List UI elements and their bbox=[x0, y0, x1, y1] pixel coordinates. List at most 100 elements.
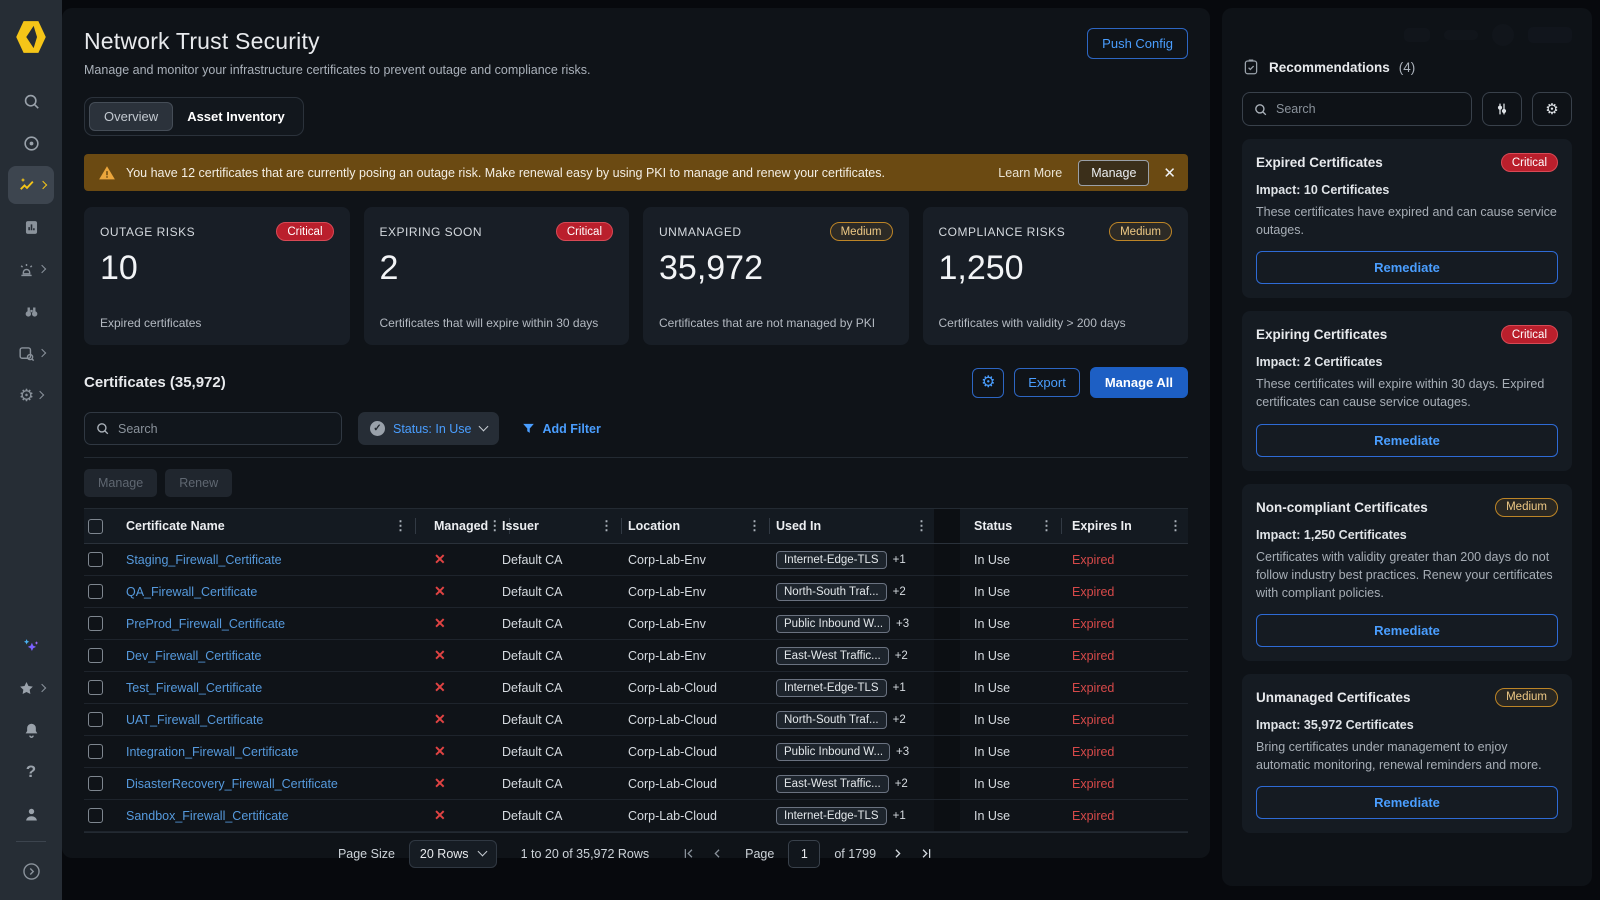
certificate-name-link[interactable]: DisasterRecovery_Firewall_Certificate bbox=[126, 777, 338, 791]
column-menu-icon[interactable]: ⋮ bbox=[488, 518, 501, 534]
remediate-button[interactable]: Remediate bbox=[1256, 786, 1558, 819]
recommendations-search-input[interactable] bbox=[1276, 102, 1461, 116]
used-in-more[interactable]: +2 bbox=[895, 650, 908, 662]
column-menu-icon[interactable]: ⋮ bbox=[1040, 518, 1053, 534]
certificate-name-link[interactable]: PreProd_Firewall_Certificate bbox=[126, 617, 285, 631]
sidebar-item-copilot[interactable] bbox=[8, 627, 54, 665]
learn-more-link[interactable]: Learn More bbox=[998, 166, 1062, 180]
row-checkbox[interactable] bbox=[88, 648, 103, 663]
used-in-more[interactable]: +3 bbox=[896, 618, 909, 630]
used-in-more[interactable]: +1 bbox=[893, 682, 906, 694]
location-cell: Corp-Lab-Cloud bbox=[628, 800, 776, 831]
used-in-chip[interactable]: East-West Traffic... bbox=[776, 775, 889, 793]
table-search[interactable] bbox=[84, 412, 342, 445]
sidebar-item-settings[interactable]: ⚙ bbox=[8, 376, 54, 414]
row-checkbox[interactable] bbox=[88, 616, 103, 631]
table-search-input[interactable] bbox=[118, 422, 331, 436]
expires-cell: Expired bbox=[1072, 553, 1114, 567]
remediate-button[interactable]: Remediate bbox=[1256, 614, 1558, 647]
certificate-name-link[interactable]: UAT_Firewall_Certificate bbox=[126, 713, 263, 727]
used-in-chip[interactable]: Internet-Edge-TLS bbox=[776, 807, 887, 825]
certificate-name-link[interactable]: Dev_Firewall_Certificate bbox=[126, 649, 261, 663]
row-checkbox[interactable] bbox=[88, 680, 103, 695]
expires-cell: Expired bbox=[1072, 681, 1114, 695]
bulk-actions: Manage Renew bbox=[84, 458, 1188, 509]
issuer-cell: Default CA bbox=[502, 800, 628, 831]
sidebar-item-alerts[interactable] bbox=[8, 250, 54, 288]
used-in-chip[interactable]: North-South Traf... bbox=[776, 711, 887, 729]
row-checkbox[interactable] bbox=[88, 712, 103, 727]
table-settings-button[interactable]: ⚙ bbox=[972, 368, 1004, 398]
push-config-button[interactable]: Push Config bbox=[1087, 28, 1188, 59]
used-in-more[interactable]: +1 bbox=[893, 810, 906, 822]
manage-button[interactable]: Manage bbox=[84, 469, 157, 497]
add-filter-button[interactable]: Add Filter bbox=[521, 421, 601, 436]
page-input[interactable] bbox=[788, 840, 820, 868]
prev-page-button[interactable] bbox=[710, 846, 725, 861]
table-row: Integration_Firewall_Certificate ✕ Defau… bbox=[84, 736, 1188, 768]
certificate-name-link[interactable]: Sandbox_Firewall_Certificate bbox=[126, 809, 289, 823]
status-filter-chip[interactable]: ✓ Status: In Use bbox=[358, 412, 499, 445]
severity-badge: Critical bbox=[556, 222, 613, 241]
row-checkbox[interactable] bbox=[88, 552, 103, 567]
column-menu-icon[interactable]: ⋮ bbox=[748, 518, 761, 534]
certificate-name-link[interactable]: Staging_Firewall_Certificate bbox=[126, 553, 282, 567]
sidebar-item-discovery[interactable] bbox=[8, 292, 54, 330]
banner-close-icon[interactable]: ✕ bbox=[1163, 164, 1176, 182]
sidebar-item-favorites[interactable] bbox=[8, 669, 54, 707]
used-in-chip[interactable]: North-South Traf... bbox=[776, 583, 887, 601]
sidebar-collapse-button[interactable] bbox=[8, 852, 54, 890]
star-icon bbox=[17, 679, 36, 698]
filter-sliders-button[interactable] bbox=[1482, 92, 1522, 126]
row-checkbox[interactable] bbox=[88, 776, 103, 791]
certificate-name-link[interactable]: Integration_Firewall_Certificate bbox=[126, 745, 298, 759]
column-menu-icon[interactable]: ⋮ bbox=[1169, 518, 1182, 534]
column-menu-icon[interactable]: ⋮ bbox=[600, 518, 613, 534]
sidebar-item-search[interactable] bbox=[8, 82, 54, 120]
used-in-more[interactable]: +3 bbox=[896, 746, 909, 758]
sidebar-item-certificates[interactable] bbox=[8, 166, 54, 204]
tab-asset-inventory[interactable]: Asset Inventory bbox=[173, 103, 299, 130]
issuer-cell: Default CA bbox=[502, 768, 628, 799]
used-in-chip[interactable]: Public Inbound W... bbox=[776, 743, 890, 761]
remediate-button[interactable]: Remediate bbox=[1256, 424, 1558, 457]
used-in-chip[interactable]: Internet-Edge-TLS bbox=[776, 679, 887, 697]
tab-overview[interactable]: Overview bbox=[89, 102, 173, 131]
used-in-more[interactable]: +2 bbox=[893, 714, 906, 726]
select-all-checkbox[interactable] bbox=[88, 519, 103, 534]
used-in-chip[interactable]: East-West Traffic... bbox=[776, 647, 889, 665]
column-menu-icon[interactable]: ⋮ bbox=[394, 518, 407, 534]
row-checkbox[interactable] bbox=[88, 808, 103, 823]
export-button[interactable]: Export bbox=[1014, 368, 1080, 397]
last-page-button[interactable] bbox=[919, 846, 934, 861]
used-in-more[interactable]: +2 bbox=[895, 778, 908, 790]
remediate-button[interactable]: Remediate bbox=[1256, 251, 1558, 284]
certificate-name-link[interactable]: Test_Firewall_Certificate bbox=[126, 681, 262, 695]
unmanaged-x-icon: ✕ bbox=[434, 551, 446, 568]
sidebar-item-profile[interactable] bbox=[8, 795, 54, 833]
used-in-more[interactable]: +2 bbox=[893, 586, 906, 598]
sidebar-item-target[interactable] bbox=[8, 124, 54, 162]
used-in-chip[interactable]: Public Inbound W... bbox=[776, 615, 890, 633]
severity-badge: Medium bbox=[1495, 498, 1558, 517]
certificate-name-link[interactable]: QA_Firewall_Certificate bbox=[126, 585, 257, 599]
sidebar-item-help[interactable]: ? bbox=[8, 753, 54, 791]
stat-card-outage-risks: OUTAGE RISKS Critical 10 Expired certifi… bbox=[84, 207, 350, 345]
pinned-column-divider bbox=[934, 544, 960, 575]
sidebar-item-audit[interactable] bbox=[8, 334, 54, 372]
used-in-chip[interactable]: Internet-Edge-TLS bbox=[776, 551, 887, 569]
recommendations-search[interactable] bbox=[1242, 92, 1472, 126]
manage-all-button[interactable]: Manage All bbox=[1090, 367, 1188, 398]
used-in-more[interactable]: +1 bbox=[893, 554, 906, 566]
first-page-button[interactable] bbox=[681, 846, 696, 861]
row-checkbox[interactable] bbox=[88, 584, 103, 599]
renew-button[interactable]: Renew bbox=[165, 469, 232, 497]
next-page-button[interactable] bbox=[890, 846, 905, 861]
banner-manage-button[interactable]: Manage bbox=[1078, 160, 1149, 186]
panel-settings-button[interactable]: ⚙ bbox=[1532, 92, 1572, 126]
sidebar-item-notifications[interactable] bbox=[8, 711, 54, 749]
page-size-select[interactable]: 20 Rows bbox=[409, 840, 497, 868]
column-menu-icon[interactable]: ⋮ bbox=[915, 518, 928, 534]
row-checkbox[interactable] bbox=[88, 744, 103, 759]
sidebar-item-reports[interactable] bbox=[8, 208, 54, 246]
